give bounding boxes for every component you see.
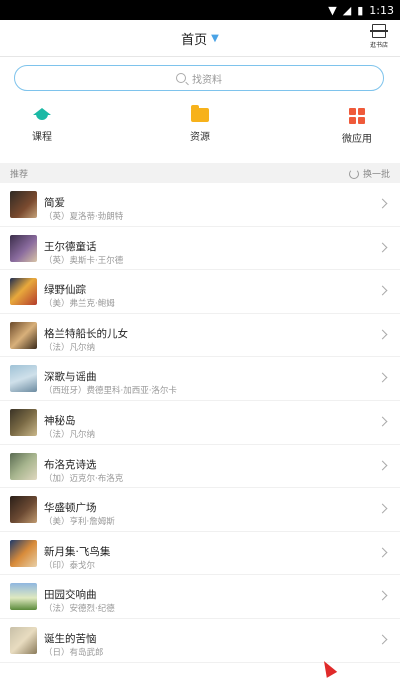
book-title: 格兰特船长的儿女 — [44, 327, 128, 340]
status-time: 1:13 — [369, 3, 394, 17]
scan-icon — [370, 24, 388, 38]
chevron-right-icon — [377, 285, 388, 296]
book-author: （西班牙）费德里科·加西亚·洛尔卡 — [44, 386, 177, 397]
battery-icon: ▮ — [357, 3, 364, 17]
chevron-right-icon — [377, 634, 388, 645]
book-cover — [10, 278, 37, 306]
book-author: （美）亨利·詹姆斯 — [44, 517, 115, 528]
book-author: （加）迈克尔·布洛克 — [44, 473, 124, 484]
chevron-right-icon — [377, 503, 388, 514]
signal-icon: ◢ — [342, 3, 352, 17]
top-navbar: 首页 ▼ — [0, 20, 400, 57]
chevron-right-icon — [377, 590, 388, 601]
list-item[interactable]: 华盛顿广场 （美）亨利·詹姆斯 — [0, 488, 400, 532]
book-author: （印）泰戈尔 — [44, 560, 96, 571]
quick-link-label: 资源 — [190, 132, 210, 143]
list-item[interactable]: 格兰特船长的儿女 （法）凡尔纳 — [0, 314, 400, 358]
list-item[interactable]: 田园交响曲 （法）安德烈·纪德 — [0, 575, 400, 619]
search-input[interactable]: 找资料 — [14, 65, 384, 91]
book-title: 华盛顿广场 — [44, 502, 97, 515]
book-title: 简爱 — [44, 197, 65, 209]
quick-link-label: 课程 — [32, 132, 52, 143]
list-item[interactable]: 诞生的苦恼 （日）有岛武郎 — [0, 619, 400, 663]
book-cover — [10, 539, 37, 567]
scan-button[interactable]: 逛书店 — [368, 22, 390, 52]
chevron-right-icon — [377, 547, 388, 558]
book-author: （英）奥斯卡·王尔德 — [44, 255, 124, 266]
scan-label: 逛书店 — [369, 42, 388, 49]
book-list: 简爱 （英）夏洛蒂·勃朗特 王尔德童话 （英）奥斯卡·王尔德 绿野仙踪 （美）弗… — [0, 183, 400, 663]
book-title: 深歌与谣曲 — [44, 371, 97, 384]
quick-link-micro-apps[interactable]: 微应用 — [327, 108, 387, 152]
chevron-right-icon — [377, 198, 388, 209]
book-author: （英）夏洛蒂·勃朗特 — [44, 212, 124, 222]
quick-link-label: 微应用 — [342, 134, 372, 145]
refresh-button[interactable]: 换一批 — [348, 167, 390, 180]
chevron-right-icon — [377, 416, 388, 427]
book-cover — [10, 452, 37, 480]
chevron-right-icon — [377, 372, 388, 383]
book-cover — [10, 321, 37, 349]
page-title-dropdown[interactable]: 首页 ▼ — [0, 20, 400, 56]
book-cover — [10, 234, 37, 262]
list-item[interactable]: 深歌与谣曲 （西班牙）费德里科·加西亚·洛尔卡 — [0, 357, 400, 401]
book-cover — [10, 408, 37, 436]
recommend-section-header: 推荐 换一批 — [0, 163, 400, 183]
list-item[interactable]: 王尔德童话 （英）奥斯卡·王尔德 — [0, 227, 400, 271]
section-title: 推荐 — [10, 170, 29, 180]
book-author: （法）安德烈·纪德 — [44, 604, 115, 615]
refresh-icon — [348, 168, 359, 179]
page-title: 首页 — [181, 32, 208, 48]
chevron-right-icon — [377, 242, 388, 253]
wifi-icon: ▼ — [328, 3, 337, 17]
book-author: （法）凡尔纳 — [44, 342, 96, 353]
list-item[interactable]: 绿野仙踪 （美）弗兰克·鲍姆 — [0, 270, 400, 314]
book-title: 新月集·飞鸟集 — [44, 545, 111, 558]
list-item[interactable]: 新月集·飞鸟集 （印）泰戈尔 — [0, 532, 400, 576]
list-item[interactable]: 神秘岛 （法）凡尔纳 — [0, 401, 400, 445]
book-title: 诞生的苦恼 — [44, 632, 97, 645]
book-title: 神秘岛 — [44, 414, 76, 427]
book-author: （日）有岛武郎 — [44, 647, 104, 658]
chevron-down-icon: ▼ — [211, 32, 219, 44]
quick-link-resources[interactable]: 资源 — [170, 105, 230, 152]
book-title: 布洛克诗选 — [44, 458, 97, 471]
book-title: 绿野仙踪 — [44, 284, 86, 297]
graduation-cap-icon — [33, 108, 51, 122]
book-author: （美）弗兰克·鲍姆 — [44, 299, 115, 310]
book-title: 王尔德童话 — [44, 240, 97, 253]
chevron-right-icon — [377, 460, 388, 471]
book-cover — [10, 496, 37, 524]
book-cover — [10, 583, 37, 611]
list-item[interactable]: 布洛克诗选 （加）迈克尔·布洛克 — [0, 445, 400, 489]
book-author: （法）凡尔纳 — [44, 429, 96, 440]
book-cover — [10, 365, 37, 393]
list-item[interactable]: 简爱 （英）夏洛蒂·勃朗特 — [0, 183, 400, 227]
book-title: 田园交响曲 — [44, 589, 97, 602]
folder-icon — [191, 105, 209, 122]
apps-grid-icon — [349, 108, 365, 124]
search-placeholder: 找资料 — [192, 74, 222, 86]
book-cover — [10, 191, 37, 218]
book-cover — [10, 626, 37, 654]
chevron-right-icon — [377, 329, 388, 340]
status-bar: ▼ ◢ ▮ 1:13 — [0, 0, 400, 20]
search-icon — [176, 73, 186, 83]
quick-link-courses[interactable]: 课程 — [12, 108, 72, 152]
refresh-label: 换一批 — [362, 170, 390, 180]
